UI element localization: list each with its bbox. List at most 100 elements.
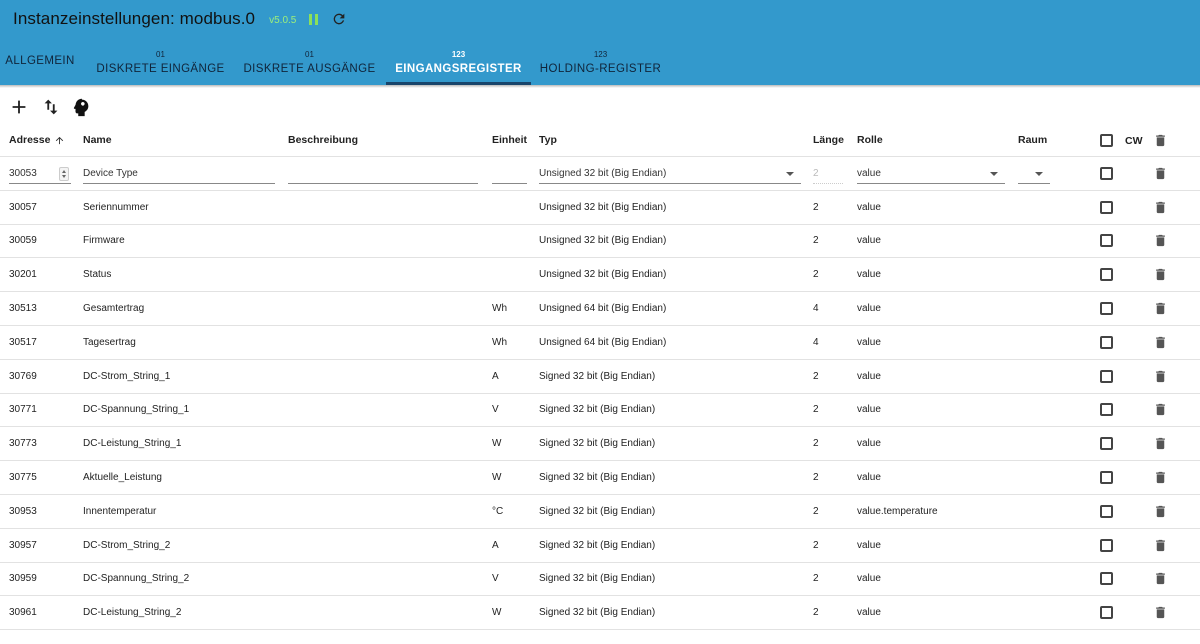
address-input[interactable]: 30053 <box>9 164 71 184</box>
row-delete-cell <box>1153 461 1169 494</box>
trash-icon[interactable] <box>1153 301 1168 316</box>
column-header-room[interactable]: Raum <box>1018 124 1051 156</box>
table-row[interactable]: 30773 DC-Leistung_String_1 W Signed 32 b… <box>0 427 1200 462</box>
row-checkbox[interactable] <box>1100 335 1113 349</box>
sort-icon[interactable] <box>40 96 62 118</box>
trash-icon[interactable] <box>1153 200 1168 215</box>
type-cell: Signed 32 bit (Big Endian) <box>539 573 656 585</box>
unit-cell: W <box>492 438 502 450</box>
name-cell: Status <box>83 269 112 281</box>
length-cell: 2 <box>813 539 819 551</box>
add-icon[interactable] <box>8 96 30 118</box>
room-select[interactable] <box>1018 164 1050 184</box>
name-cell: DC-Spannung_String_2 <box>83 573 190 585</box>
row-delete-cell <box>1153 225 1169 258</box>
row-checkbox[interactable] <box>1100 437 1113 451</box>
tab-count: 01 <box>305 50 314 59</box>
address-cell: 30517 <box>9 336 37 348</box>
table-row[interactable]: 30201 Status Unsigned 32 bit (Big Endian… <box>0 258 1200 293</box>
table-row[interactable]: 30059 Firmware Unsigned 32 bit (Big Endi… <box>0 225 1200 259</box>
tab-eingangsregister[interactable]: 123 EINGANGSREGISTER <box>386 38 531 85</box>
row-checkbox[interactable] <box>1100 572 1113 586</box>
row-checkbox[interactable] <box>1100 302 1113 316</box>
row-checkbox[interactable] <box>1100 268 1113 282</box>
trash-icon[interactable] <box>1153 571 1168 586</box>
row-checkbox[interactable] <box>1100 504 1113 518</box>
role-cell: value <box>857 607 881 619</box>
length-cell: 2 <box>813 201 819 213</box>
trash-icon[interactable] <box>1153 504 1168 519</box>
address-stepper[interactable] <box>59 166 69 181</box>
row-checkbox[interactable] <box>1100 606 1113 620</box>
row-checkbox[interactable] <box>1100 403 1113 417</box>
row-checkbox-cell <box>1100 191 1116 224</box>
address-cell: 30513 <box>9 303 37 315</box>
row-checkbox[interactable] <box>1100 369 1113 383</box>
column-header-name[interactable]: Name <box>83 124 278 156</box>
unit-cell <box>492 191 528 224</box>
trash-icon[interactable] <box>1153 402 1168 417</box>
row-checkbox[interactable] <box>1100 234 1113 248</box>
trash-icon[interactable] <box>1153 166 1168 181</box>
column-header-role[interactable]: Rolle <box>857 124 1007 156</box>
room-cell <box>1018 360 1051 393</box>
reload-icon[interactable] <box>331 11 347 27</box>
length-cell: 4 <box>813 336 819 348</box>
type-select[interactable]: Unsigned 32 bit (Big Endian) <box>539 164 801 184</box>
import-icon[interactable] <box>70 96 92 118</box>
role-cell: value <box>857 303 881 315</box>
length-cell: 2 <box>813 235 819 247</box>
column-header-type[interactable]: Typ <box>539 124 801 156</box>
address-cell: 30953 <box>9 505 37 517</box>
trash-icon[interactable] <box>1153 470 1168 485</box>
select-all-checkbox[interactable] <box>1100 133 1113 147</box>
trash-icon[interactable] <box>1153 267 1168 282</box>
tab-label: DISKRETE AUSGÄNGE <box>243 63 376 75</box>
row-checkbox[interactable] <box>1100 200 1113 214</box>
trash-icon[interactable] <box>1153 538 1168 553</box>
tab-holding-register[interactable]: 123 HOLDING-REGISTER <box>528 38 673 85</box>
unit-input[interactable] <box>492 164 527 184</box>
page-title: Instanzeinstellungen: modbus.0 <box>13 9 256 28</box>
trash-icon[interactable] <box>1153 436 1168 451</box>
sort-ascending-icon[interactable] <box>54 135 65 146</box>
row-checkbox-cell <box>1100 157 1116 190</box>
length-cell: 2 <box>813 573 819 585</box>
unit-cell: Wh <box>492 336 507 348</box>
type-cell: Signed 32 bit (Big Endian) <box>539 539 656 551</box>
trash-icon[interactable] <box>1153 133 1168 148</box>
column-header-address[interactable]: Adresse <box>9 124 74 156</box>
length-cell: 2 <box>813 404 819 416</box>
unit-cell: V <box>492 573 499 585</box>
register-table: Adresse Name Beschreibung Einheit Typ Lä… <box>0 124 1200 631</box>
table-row[interactable]: 30057 Seriennummer Unsigned 32 bit (Big … <box>0 191 1200 225</box>
row-checkbox[interactable] <box>1100 471 1113 485</box>
column-header-unit[interactable]: Einheit <box>492 124 528 156</box>
table-row[interactable]: 30961 DC-Leistung_String_2 W Signed 32 b… <box>0 596 1200 631</box>
trash-icon[interactable] <box>1153 233 1168 248</box>
row-checkbox[interactable] <box>1100 538 1113 552</box>
table-row[interactable]: 30959 DC-Spannung_String_2 V Signed 32 b… <box>0 563 1200 597</box>
row-checkbox[interactable] <box>1100 166 1113 180</box>
trash-icon[interactable] <box>1153 335 1168 350</box>
tab-allgemein[interactable]: ALLGEMEIN <box>0 38 80 85</box>
column-header-length[interactable]: Länge <box>813 124 845 156</box>
table-row[interactable]: 30769 DC-Strom_String_1 A Signed 32 bit … <box>0 360 1200 394</box>
tab-diskrete-eingaenge[interactable]: 01 DISKRETE EINGÄNGE <box>88 38 233 85</box>
role-value: value <box>857 167 881 179</box>
description-input[interactable] <box>288 164 478 184</box>
trash-icon[interactable] <box>1153 605 1168 620</box>
table-row[interactable]: 30953 Innentemperatur °C Signed 32 bit (… <box>0 495 1200 529</box>
table-row[interactable]: 30957 DC-Strom_String_2 A Signed 32 bit … <box>0 529 1200 563</box>
name-input[interactable]: Device Type <box>83 164 275 184</box>
table-row[interactable]: 30775 Aktuelle_Leistung W Signed 32 bit … <box>0 461 1200 495</box>
tab-diskrete-ausgaenge[interactable]: 01 DISKRETE AUSGÄNGE <box>237 38 382 85</box>
column-header-description[interactable]: Beschreibung <box>288 124 480 156</box>
role-select[interactable]: value <box>857 164 1005 184</box>
table-row[interactable]: 30517 Tagesertrag Wh Unsigned 64 bit (Bi… <box>0 326 1200 360</box>
table-row[interactable]: 30771 DC-Spannung_String_1 V Signed 32 b… <box>0 394 1200 428</box>
pause-icon[interactable] <box>309 13 319 25</box>
trash-icon[interactable] <box>1153 369 1168 384</box>
table-row[interactable]: 30513 Gesamtertrag Wh Unsigned 64 bit (B… <box>0 292 1200 326</box>
address-value: 30053 <box>9 167 37 179</box>
